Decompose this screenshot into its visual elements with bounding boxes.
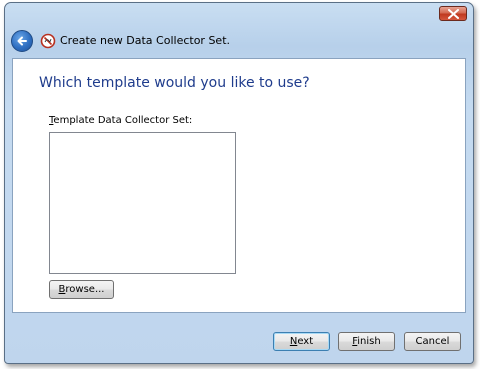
next-button[interactable]: Next (273, 332, 330, 351)
wizard-footer: Next Finish Cancel (5, 315, 473, 363)
performance-monitor-icon (40, 33, 56, 49)
navigation-row: Create new Data Collector Set. (5, 25, 473, 57)
next-label-rest: ext (297, 336, 314, 347)
close-icon (448, 9, 459, 19)
dialog-title: Create new Data Collector Set. (60, 34, 231, 47)
cancel-button[interactable]: Cancel (404, 332, 461, 351)
finish-label-rest: inish (357, 336, 381, 347)
back-button[interactable] (11, 30, 33, 52)
finish-button[interactable]: Finish (338, 332, 395, 351)
page-heading: Which template would you like to use? (39, 75, 310, 91)
dialog-window: Create new Data Collector Set. Which tem… (4, 2, 474, 364)
wizard-content-panel: Which template would you like to use? Te… (12, 58, 466, 313)
browse-label-rest: rowse... (65, 284, 105, 295)
close-button[interactable] (439, 6, 467, 21)
back-arrow-icon (17, 36, 27, 46)
template-label-rest: emplate Data Collector Set: (53, 115, 193, 126)
template-list-label: Template Data Collector Set: (49, 115, 192, 126)
browse-button[interactable]: Browse... (49, 280, 114, 299)
template-listbox[interactable] (49, 132, 236, 274)
